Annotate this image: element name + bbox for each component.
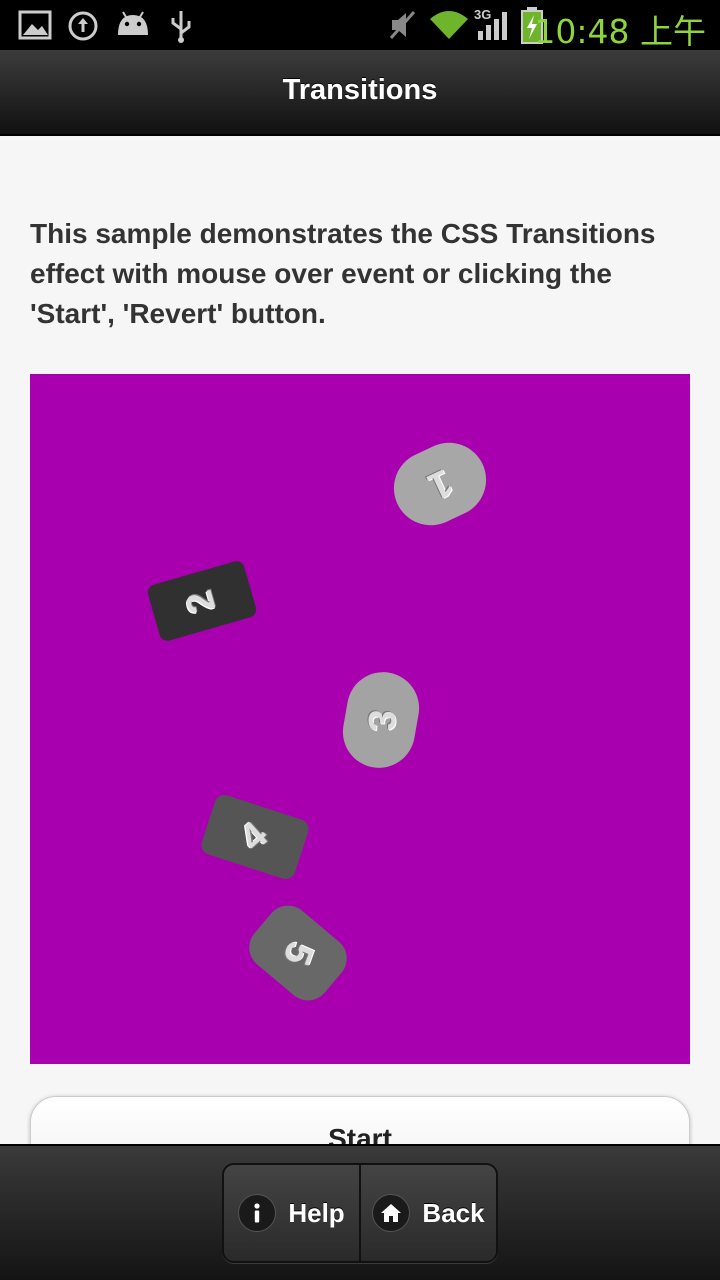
help-button[interactable]: Help (224, 1165, 359, 1261)
tile-2-label: 2 (178, 585, 225, 618)
back-label: Back (422, 1197, 485, 1228)
header-bar: Transitions (0, 50, 720, 136)
gallery-icon (18, 10, 52, 40)
sync-icon (68, 11, 98, 41)
usb-icon (171, 11, 191, 43)
tile-5-label: 5 (275, 936, 322, 971)
signal-3g-icon (478, 12, 507, 40)
tile-1-label: 1 (421, 460, 459, 508)
clock: 10:48 上午 (534, 12, 706, 51)
mute-icon (389, 11, 416, 39)
home-icon (372, 1194, 411, 1232)
page-title: Transitions (282, 74, 438, 106)
tile-3-label: 3 (360, 709, 403, 731)
tile-5[interactable]: 5 (240, 896, 356, 1010)
footer-bar: Help Back (0, 1144, 720, 1280)
footer-navbar: Help Back (222, 1163, 498, 1263)
tile-3[interactable]: 3 (337, 666, 425, 774)
description-text: This sample demonstrates the CSS Transit… (30, 218, 656, 329)
tile-1[interactable]: 1 (381, 430, 499, 538)
tile-2[interactable]: 2 (145, 559, 259, 643)
android-icon (118, 11, 148, 35)
content-area: This sample demonstrates the CSS Transit… (0, 138, 720, 1144)
tile-4-label: 4 (232, 813, 277, 860)
start-button-label: Start (328, 1123, 392, 1144)
start-button[interactable]: Start (30, 1096, 690, 1144)
back-button[interactable]: Back (359, 1165, 496, 1261)
wifi-icon (430, 11, 468, 39)
transition-stage[interactable]: 1 2 3 4 5 (30, 374, 690, 1064)
status-bar: 3G 10:48 上午 (0, 0, 720, 51)
info-icon (238, 1194, 277, 1232)
help-label: Help (288, 1197, 345, 1228)
tile-4[interactable]: 4 (198, 792, 312, 882)
